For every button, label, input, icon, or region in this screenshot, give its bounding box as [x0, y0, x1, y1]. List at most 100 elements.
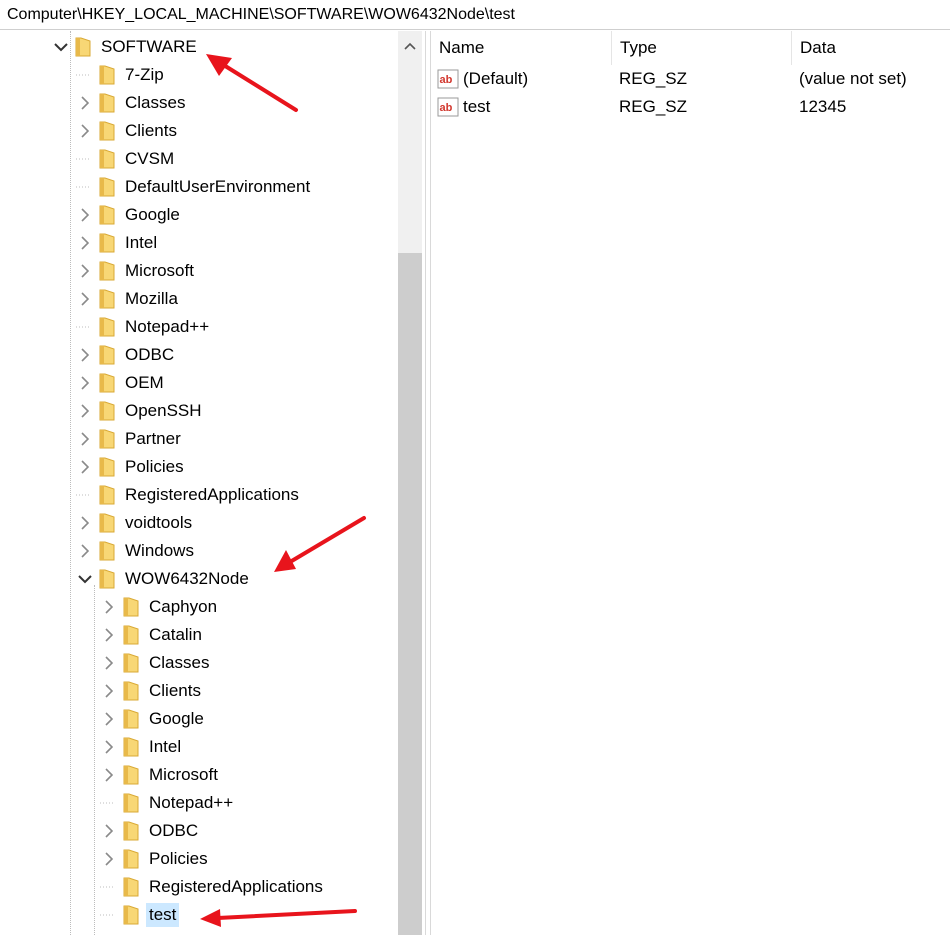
chevron-right-icon[interactable]	[76, 341, 94, 369]
tree-node[interactable]: voidtools	[76, 509, 195, 537]
tree-node[interactable]: OEM	[76, 369, 167, 397]
folder-icon	[120, 596, 142, 618]
tree-node-label: RegisteredApplications	[125, 485, 299, 504]
folder-icon	[120, 792, 142, 814]
folder-icon	[120, 736, 142, 758]
tree-node-label: Caphyon	[149, 597, 218, 616]
chevron-right-icon[interactable]	[100, 621, 118, 649]
chevron-right-icon[interactable]	[100, 677, 118, 705]
tree-node-label: 7-Zip	[125, 65, 164, 84]
tree-node[interactable]: Classes	[100, 649, 212, 677]
folder-icon	[120, 820, 142, 842]
tree-node-label: ODBC	[149, 821, 199, 840]
chevron-right-icon[interactable]	[76, 369, 94, 397]
tree-node[interactable]: Policies	[76, 453, 187, 481]
tree-node[interactable]: Windows	[76, 537, 197, 565]
tree-node[interactable]: RegisteredApplications	[76, 481, 302, 509]
chevron-right-icon[interactable]	[100, 649, 118, 677]
tree-node[interactable]: Clients	[76, 117, 180, 145]
string-value-icon: ab	[437, 69, 459, 89]
folder-icon	[96, 176, 118, 198]
column-header-label: Name	[439, 38, 485, 57]
chevron-right-icon[interactable]	[100, 593, 118, 621]
chevron-right-icon[interactable]	[76, 537, 94, 565]
scrollbar-thumb[interactable]	[398, 253, 422, 935]
column-header-name[interactable]: Name	[431, 31, 612, 65]
chevron-right-icon[interactable]	[76, 229, 94, 257]
tree-scrollbar[interactable]	[398, 31, 422, 935]
tree-node[interactable]: WOW6432Node	[76, 565, 252, 593]
tree-node[interactable]: Microsoft	[100, 761, 221, 789]
tree-node[interactable]: Google	[76, 201, 183, 229]
chevron-right-icon[interactable]	[76, 509, 94, 537]
folder-icon	[72, 36, 94, 58]
tree-node[interactable]: Policies	[100, 845, 211, 873]
tree-node-software[interactable]: SOFTWARE	[52, 33, 200, 61]
column-header-data[interactable]: Data	[792, 31, 950, 65]
tree-node[interactable]: Intel	[100, 733, 184, 761]
chevron-down-icon[interactable]	[76, 565, 94, 593]
chevron-right-icon[interactable]	[76, 453, 94, 481]
tree-node-label: ODBC	[125, 345, 175, 364]
chevron-right-icon[interactable]	[100, 705, 118, 733]
tree-node[interactable]: ODBC	[100, 817, 201, 845]
folder-icon	[120, 848, 142, 870]
chevron-right-icon[interactable]	[76, 397, 94, 425]
folder-icon	[96, 344, 118, 366]
column-header-label: Data	[800, 38, 836, 57]
tree-node-label: OpenSSH	[125, 401, 202, 420]
address-bar[interactable]: Computer\HKEY_LOCAL_MACHINE\SOFTWARE\WOW…	[0, 0, 950, 30]
scroll-up-icon[interactable]	[398, 31, 422, 61]
tree-node[interactable]: Intel	[76, 229, 160, 257]
chevron-right-icon[interactable]	[76, 285, 94, 313]
tree-node[interactable]: Caphyon	[100, 593, 220, 621]
tree-node-label: CVSM	[125, 149, 175, 168]
tree-node[interactable]: RegisteredApplications	[100, 873, 326, 901]
tree-node[interactable]: Classes	[76, 89, 188, 117]
chevron-right-icon[interactable]	[100, 845, 118, 873]
tree-node[interactable]: OpenSSH	[76, 397, 205, 425]
chevron-right-icon[interactable]	[76, 117, 94, 145]
tree-node[interactable]: Mozilla	[76, 285, 181, 313]
tree-node-label: Intel	[149, 737, 182, 756]
chevron-right-icon[interactable]	[76, 425, 94, 453]
chevron-right-icon[interactable]	[100, 733, 118, 761]
folder-icon	[96, 372, 118, 394]
tree-node[interactable]: Clients	[100, 677, 204, 705]
value-row[interactable]: ab (Default) REG_SZ (value not set)	[431, 65, 950, 93]
tree-node[interactable]: CVSM	[76, 145, 177, 173]
tree-node[interactable]: Notepad++	[100, 789, 236, 817]
address-path: Computer\HKEY_LOCAL_MACHINE\SOFTWARE\WOW…	[7, 6, 515, 23]
tree-connector	[100, 789, 118, 817]
chevron-right-icon[interactable]	[76, 89, 94, 117]
chevron-down-icon[interactable]	[52, 33, 70, 61]
tree-node[interactable]: test	[100, 901, 180, 929]
tree-node-label: Notepad++	[125, 317, 210, 336]
tree-node[interactable]: ODBC	[76, 341, 177, 369]
folder-icon	[96, 484, 118, 506]
tree-node[interactable]: Partner	[76, 425, 184, 453]
tree-node[interactable]: DefaultUserEnvironment	[76, 173, 313, 201]
column-header-type[interactable]: Type	[612, 31, 792, 65]
chevron-right-icon[interactable]	[76, 201, 94, 229]
tree-node-label: Google	[125, 205, 180, 224]
tree-node-label: DefaultUserEnvironment	[125, 177, 311, 196]
folder-icon	[96, 260, 118, 282]
folder-icon	[96, 428, 118, 450]
chevron-right-icon[interactable]	[100, 817, 118, 845]
folder-icon	[120, 904, 142, 926]
string-value-icon: ab	[437, 97, 459, 117]
tree-node[interactable]: Microsoft	[76, 257, 197, 285]
tree-node[interactable]: Google	[100, 705, 207, 733]
tree-node-label: Mozilla	[125, 289, 178, 308]
svg-text:ab: ab	[440, 102, 453, 114]
folder-icon	[120, 652, 142, 674]
tree-node[interactable]: Notepad++	[76, 313, 212, 341]
folder-icon	[120, 708, 142, 730]
tree-node[interactable]: Catalin	[100, 621, 205, 649]
value-row[interactable]: ab test REG_SZ 12345	[431, 93, 950, 121]
tree-node[interactable]: 7-Zip	[76, 61, 167, 89]
folder-icon	[96, 92, 118, 114]
chevron-right-icon[interactable]	[76, 257, 94, 285]
chevron-right-icon[interactable]	[100, 761, 118, 789]
